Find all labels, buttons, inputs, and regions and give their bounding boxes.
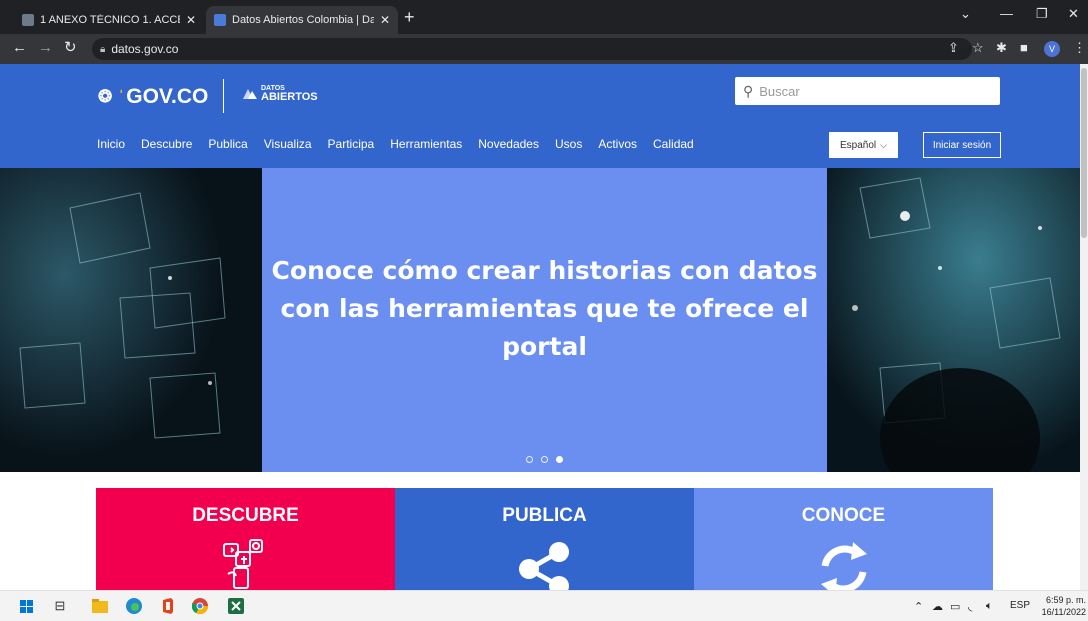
chrome-icon[interactable]: [192, 598, 208, 614]
show-hidden-icons-icon[interactable]: ⌃: [914, 600, 923, 613]
close-window-icon[interactable]: ✕: [1068, 6, 1079, 22]
hero-card: Conoce cómo crear historias con datos co…: [262, 168, 827, 472]
nav-item-usos[interactable]: Usos: [555, 137, 582, 151]
refresh-icon: [820, 542, 867, 590]
tab-title: Datos Abiertos Colombia | Datos: [232, 14, 374, 26]
share-page-icon[interactable]: ⇪: [948, 41, 959, 55]
carousel-dot[interactable]: [526, 456, 533, 463]
chevron-down-icon: ⌵: [880, 139, 887, 150]
document-icon: [22, 14, 34, 26]
bookmark-star-icon[interactable]: ☆: [972, 41, 984, 55]
edge-browser-icon[interactable]: [126, 598, 142, 614]
side-panel-icon[interactable]: ■: [1020, 41, 1028, 55]
section-card-publica[interactable]: PUBLICA: [395, 488, 694, 590]
browser-toolbar: ← → ↻ 🔒︎ datos.gov.co ⇪ ☆ ✱ ■ V ⋮: [0, 34, 1088, 64]
clock-time: 6:59 p. m.: [1045, 595, 1086, 605]
search-input[interactable]: [759, 83, 980, 99]
gov-logo-text: GOV.CO: [126, 85, 209, 108]
browser-tabstrip: 1 ANEXO TÉCNICO 1. ACCESIBILI ✕ Datos Ab…: [0, 0, 1088, 34]
nav-item-novedades[interactable]: Novedades: [478, 137, 539, 151]
excel-icon[interactable]: [228, 598, 244, 614]
scrollbar-thumb[interactable]: [1081, 68, 1087, 238]
windows-start-icon[interactable]: [18, 598, 34, 614]
reload-icon[interactable]: ↻: [64, 40, 77, 56]
hero-title[interactable]: Conoce cómo crear historias con datos co…: [262, 252, 827, 366]
carousel-dot-active[interactable]: [556, 456, 563, 463]
datos-favicon-icon: [214, 14, 226, 26]
nav-item-participa[interactable]: Participa: [328, 137, 375, 151]
section-label: CONOCE: [801, 505, 886, 526]
system-clock[interactable]: 6:59 p. m. 16/11/2022: [1034, 594, 1086, 618]
nav-item-descubre[interactable]: Descubre: [141, 137, 192, 151]
clock-date: 16/11/2022: [1041, 607, 1086, 617]
coat-of-arms-icon: ❂: [98, 87, 113, 106]
onedrive-icon[interactable]: ☁: [932, 600, 943, 613]
site-search[interactable]: ⚲: [735, 77, 1000, 105]
minimize-icon[interactable]: —: [1000, 6, 1013, 21]
section-label: DESCUBRE: [192, 505, 299, 526]
share-icon: [518, 542, 569, 590]
logo-divider: [223, 79, 224, 113]
back-icon[interactable]: ←: [12, 40, 27, 56]
nav-item-calidad[interactable]: Calidad: [653, 137, 694, 151]
lock-icon: 🔒︎: [100, 43, 106, 55]
nav-item-publica[interactable]: Publica: [208, 137, 247, 151]
nav-item-visualiza[interactable]: Visualiza: [264, 137, 312, 151]
windows-taskbar: ⊟ ⌃ ☁ ▭ ◟ 🔈︎ ESP 6:59 p. m. 16/11/2022: [0, 590, 1088, 621]
tab-search-icon[interactable]: ⌄: [960, 6, 971, 22]
datos-abiertos-mark-icon: [243, 89, 257, 99]
browser-tab-datos[interactable]: Datos Abiertos Colombia | Datos ✕: [206, 6, 398, 34]
social-media-phone-icon: [222, 539, 263, 589]
nav-item-herramientas[interactable]: Herramientas: [390, 137, 462, 151]
close-tab-icon[interactable]: ✕: [380, 13, 390, 27]
menu-icon[interactable]: ⋮: [1073, 41, 1086, 55]
site-header: ❂ ˈ GOV.CO DATOS ABIERTOS ⚲ Inicio Descu…: [0, 64, 1080, 168]
forward-icon[interactable]: →: [38, 40, 53, 56]
gov-co-logo[interactable]: ❂ ˈ GOV.CO: [98, 85, 208, 109]
section-label: PUBLICA: [502, 505, 587, 526]
flag-mark-icon: ˈ: [118, 86, 125, 107]
language-select[interactable]: Español ⌵: [829, 132, 898, 158]
restore-icon[interactable]: ❐: [1036, 6, 1048, 22]
task-view-icon[interactable]: ⊟: [52, 598, 68, 614]
tab-title: 1 ANEXO TÉCNICO 1. ACCESIBILI: [40, 14, 180, 26]
browser-tab-anexo[interactable]: 1 ANEXO TÉCNICO 1. ACCESIBILI ✕: [14, 6, 204, 34]
nav-item-inicio[interactable]: Inicio: [97, 137, 125, 151]
profile-avatar[interactable]: V: [1044, 41, 1060, 57]
extensions-icon[interactable]: ✱: [996, 41, 1007, 55]
section-card-descubre[interactable]: DESCUBRE: [96, 488, 395, 590]
login-button[interactable]: Iniciar sesión: [923, 132, 1001, 158]
close-tab-icon[interactable]: ✕: [186, 13, 196, 27]
page-scrollbar[interactable]: [1080, 64, 1088, 590]
file-explorer-icon[interactable]: [92, 598, 108, 614]
input-language[interactable]: ESP: [1010, 600, 1030, 611]
volume-icon[interactable]: 🔈︎: [986, 600, 993, 613]
datos-abiertos-logo[interactable]: DATOS ABIERTOS: [243, 84, 318, 103]
section-card-conoce[interactable]: CONOCE: [694, 488, 993, 590]
search-icon[interactable]: ⚲: [743, 83, 753, 100]
carousel-dot[interactable]: [541, 456, 548, 463]
url-text: datos.gov.co: [111, 42, 179, 56]
office-icon[interactable]: [160, 598, 176, 614]
new-tab-button[interactable]: +: [404, 8, 415, 26]
wifi-icon[interactable]: ◟: [968, 600, 972, 613]
nav-item-activos[interactable]: Activos: [598, 137, 637, 151]
hero-carousel: Conoce cómo crear historias con datos co…: [0, 168, 1080, 472]
main-nav: Inicio Descubre Publica Visualiza Partic…: [97, 137, 710, 151]
carousel-indicators: [262, 456, 827, 463]
address-bar[interactable]: 🔒︎ datos.gov.co: [92, 38, 972, 60]
network-icon[interactable]: ▭: [950, 600, 960, 613]
language-value: Español: [840, 139, 877, 151]
datos-logo-bottom: ABIERTOS: [261, 91, 318, 103]
